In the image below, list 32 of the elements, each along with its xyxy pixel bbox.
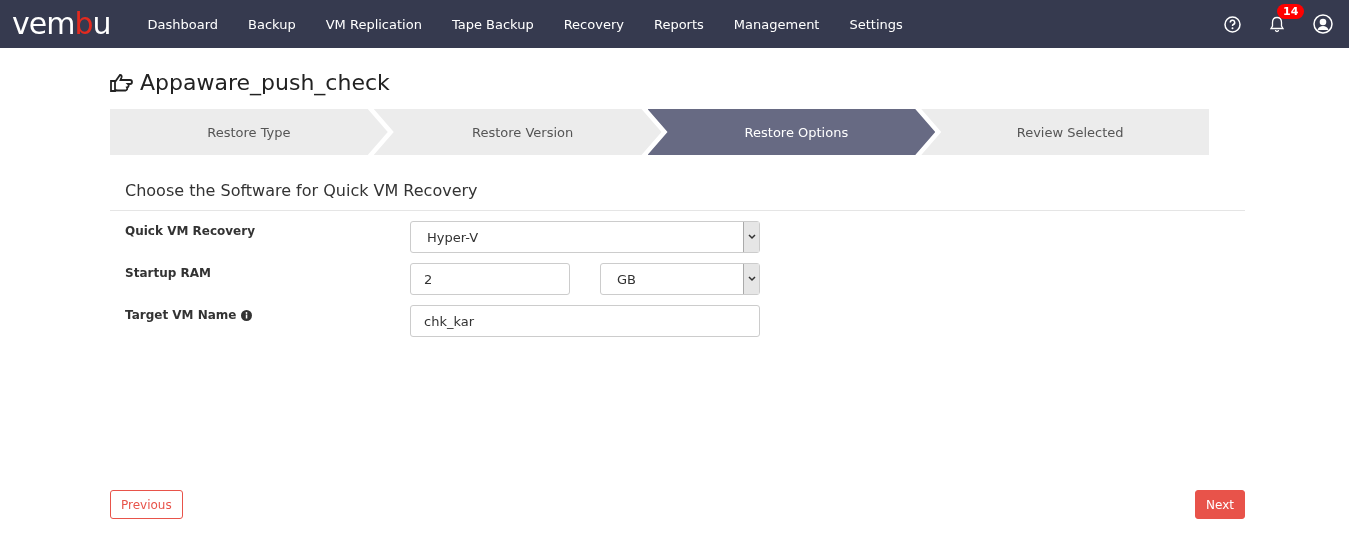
caret-icon <box>743 222 759 252</box>
nav-link[interactable]: Reports <box>653 16 704 32</box>
previous-button[interactable]: Previous <box>110 490 183 519</box>
field-label: Target VM Name <box>125 308 237 322</box>
bell-icon[interactable] <box>1269 15 1285 33</box>
nav-link[interactable]: Tape Backup <box>451 16 534 32</box>
section-title: Choose the Software for Quick VM Recovery <box>125 181 478 200</box>
nav-link[interactable]: Dashboard <box>147 16 219 32</box>
caret-icon <box>743 264 759 294</box>
pointing-hand-icon <box>110 72 134 93</box>
notification-badge: 14 <box>1277 3 1305 19</box>
nav-link[interactable]: VM Replication <box>325 16 422 32</box>
wizard-step[interactable]: Restore Type <box>110 109 388 155</box>
logo[interactable]: vembu <box>12 9 111 39</box>
nav-link[interactable]: Management <box>733 16 820 32</box>
nav-link[interactable]: Backup <box>248 16 296 32</box>
select-field[interactable]: Hyper-V <box>410 221 760 253</box>
info-icon[interactable] <box>240 309 252 321</box>
wizard-step[interactable]: Restore Options <box>647 109 936 155</box>
user-avatar-icon[interactable] <box>1313 14 1333 34</box>
next-button[interactable]: Next <box>1195 490 1245 519</box>
wizard-step[interactable]: Review Selected <box>921 109 1209 155</box>
nav-link[interactable]: Settings <box>849 16 903 32</box>
input-field[interactable]: 2 <box>410 263 570 295</box>
page-title: Appaware_push_check <box>140 70 390 95</box>
help-icon[interactable] <box>1224 15 1241 33</box>
wizard-step[interactable]: Restore Version <box>373 109 662 155</box>
field-label: Quick VM Recovery <box>125 224 255 238</box>
nav-link[interactable]: Recovery <box>563 16 624 32</box>
input-field[interactable]: chk_kar <box>410 305 760 337</box>
select-field[interactable]: GB <box>600 263 760 295</box>
field-label: Startup RAM <box>125 266 211 280</box>
